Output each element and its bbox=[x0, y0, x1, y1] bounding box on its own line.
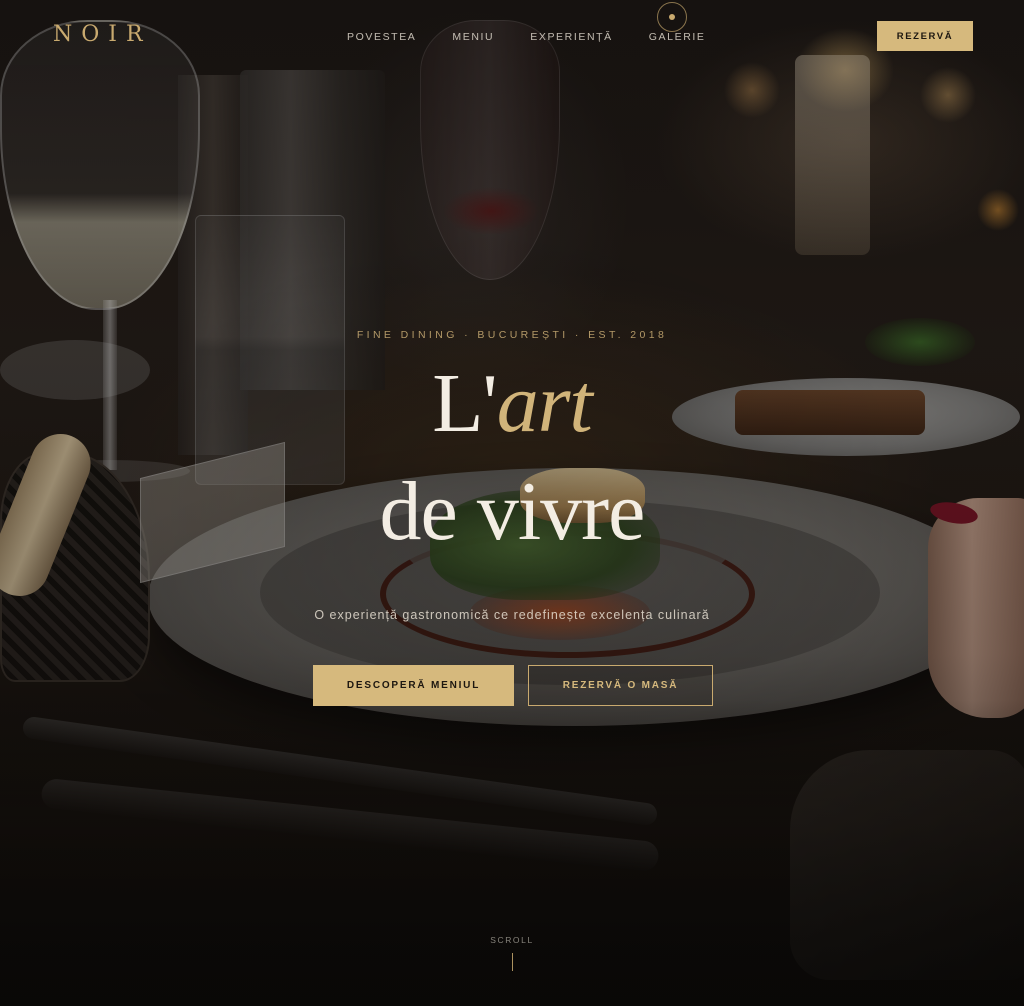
hero-title-line1: L'art bbox=[0, 362, 1024, 446]
reserve-table-button[interactable]: REZERVĂ O MASĂ bbox=[528, 665, 713, 706]
hero-title-line2: de vivre bbox=[379, 465, 646, 558]
nav-links: POVESTEA MENIU EXPERIENȚĂ GALERIE bbox=[347, 31, 706, 43]
hero-section: NOIR POVESTEA MENIU EXPERIENȚĂ GALERIE R… bbox=[0, 0, 1024, 1006]
top-navigation: NOIR POVESTEA MENIU EXPERIENȚĂ GALERIE R… bbox=[0, 0, 1024, 72]
scroll-indicator[interactable]: SCROLL bbox=[0, 935, 1024, 971]
brand-logo[interactable]: NOIR bbox=[53, 22, 152, 47]
hero-title-prefix: L' bbox=[432, 357, 497, 450]
nav-link-experienta[interactable]: EXPERIENȚĂ bbox=[530, 31, 613, 43]
circle-dot-icon bbox=[657, 2, 687, 32]
nav-link-galerie[interactable]: GALERIE bbox=[649, 31, 706, 43]
hero-title-accent: art bbox=[496, 357, 593, 450]
discover-menu-button[interactable]: DESCOPERĂ MENIUL bbox=[313, 665, 514, 706]
nav-link-meniu[interactable]: MENIU bbox=[452, 31, 494, 43]
nav-link-povestea[interactable]: POVESTEA bbox=[347, 31, 416, 43]
scroll-line bbox=[512, 953, 513, 971]
active-dot bbox=[669, 14, 675, 20]
hero-subtitle: O experiență gastronomică ce redefinește… bbox=[314, 608, 710, 622]
reserve-button[interactable]: REZERVĂ bbox=[877, 21, 973, 51]
hero-eyebrow: FINE DINING · BUCUREȘTI · EST. 2018 bbox=[356, 329, 668, 341]
scroll-label: SCROLL bbox=[490, 935, 534, 945]
